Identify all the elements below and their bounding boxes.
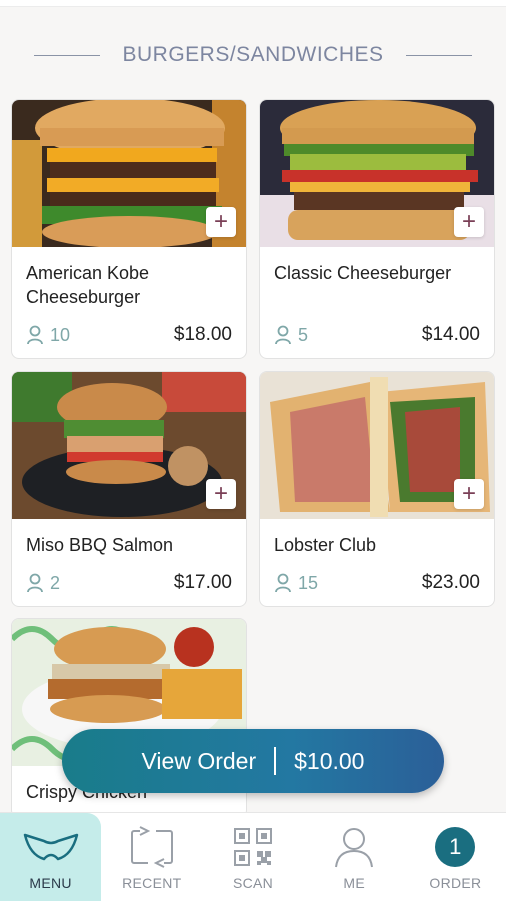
view-order-button[interactable]: View Order $10.00: [62, 729, 444, 793]
item-price: $18.00: [173, 324, 232, 345]
bottom-nav: MENU RECENT SCAN ME 1 ORDER: [0, 812, 506, 901]
nav-scan-label: SCAN: [232, 875, 274, 891]
header-rule-right: [405, 54, 472, 56]
likes-value: 10: [50, 324, 71, 345]
plus-icon: +: [461, 480, 476, 507]
likes-value: 2: [50, 572, 61, 593]
user-icon: [335, 828, 374, 868]
item-image: +: [260, 100, 494, 247]
person-icon: [275, 573, 291, 593]
menu-item-card[interactable]: + American Kobe Cheeseburger 10 $18.00: [11, 99, 247, 359]
order-total: $10.00: [294, 747, 365, 774]
add-to-order-button[interactable]: +: [454, 207, 484, 237]
add-to-order-button[interactable]: +: [206, 207, 236, 237]
item-image: +: [12, 372, 246, 519]
nav-order[interactable]: 1 ORDER: [405, 813, 506, 901]
item-image: +: [260, 372, 494, 519]
header-rule-left: [34, 54, 101, 56]
item-name: Classic Cheeseburger: [274, 263, 452, 283]
plus-icon: +: [213, 480, 228, 507]
nav-menu-label: MENU: [29, 875, 72, 891]
plus-icon: +: [461, 208, 476, 235]
add-to-order-button[interactable]: +: [206, 479, 236, 509]
nav-recent[interactable]: RECENT: [101, 813, 202, 901]
person-icon: [27, 325, 43, 345]
view-order-label: View Order: [141, 747, 257, 774]
item-name: American Kobe Cheeseburger: [26, 263, 150, 307]
person-icon: [27, 573, 43, 593]
plus-icon: +: [213, 208, 228, 235]
item-name: Miso BBQ Salmon: [26, 535, 174, 555]
item-image: +: [12, 100, 246, 247]
likes-value: 5: [298, 324, 309, 345]
likes-count: 2: [26, 573, 60, 594]
add-to-order-button[interactable]: +: [454, 479, 484, 509]
likes-count: 5: [274, 325, 308, 346]
item-price: $23.00: [421, 572, 480, 593]
order-count-badge: 1: [435, 827, 476, 867]
view-order-divider: [274, 747, 277, 775]
top-divider: [0, 0, 506, 7]
recent-arrows-icon: [130, 825, 173, 869]
nav-recent-label: RECENT: [122, 875, 182, 891]
nav-order-label: ORDER: [429, 875, 482, 891]
item-name: Lobster Club: [274, 535, 377, 555]
nav-me[interactable]: ME: [304, 813, 405, 901]
item-price: $14.00: [421, 324, 480, 345]
nav-menu[interactable]: MENU: [0, 813, 102, 901]
likes-value: 15: [298, 572, 319, 593]
qr-code-icon: [234, 828, 272, 866]
bowtie-menu-icon: [23, 833, 78, 861]
item-price: $17.00: [173, 572, 232, 593]
section-header: BURGERS/SANDWICHES: [0, 38, 506, 72]
menu-item-card[interactable]: + Lobster Club 15 $23.00: [259, 371, 495, 607]
person-icon: [275, 325, 291, 345]
likes-count: 15: [274, 573, 318, 594]
nav-scan[interactable]: SCAN: [202, 813, 303, 901]
section-title: BURGERS/SANDWICHES: [122, 43, 384, 66]
menu-item-card[interactable]: + Miso BBQ Salmon 2 $17.00: [11, 371, 247, 607]
menu-item-card[interactable]: + Classic Cheeseburger 5 $14.00: [259, 99, 495, 359]
nav-me-label: ME: [343, 875, 366, 891]
likes-count: 10: [26, 325, 70, 346]
